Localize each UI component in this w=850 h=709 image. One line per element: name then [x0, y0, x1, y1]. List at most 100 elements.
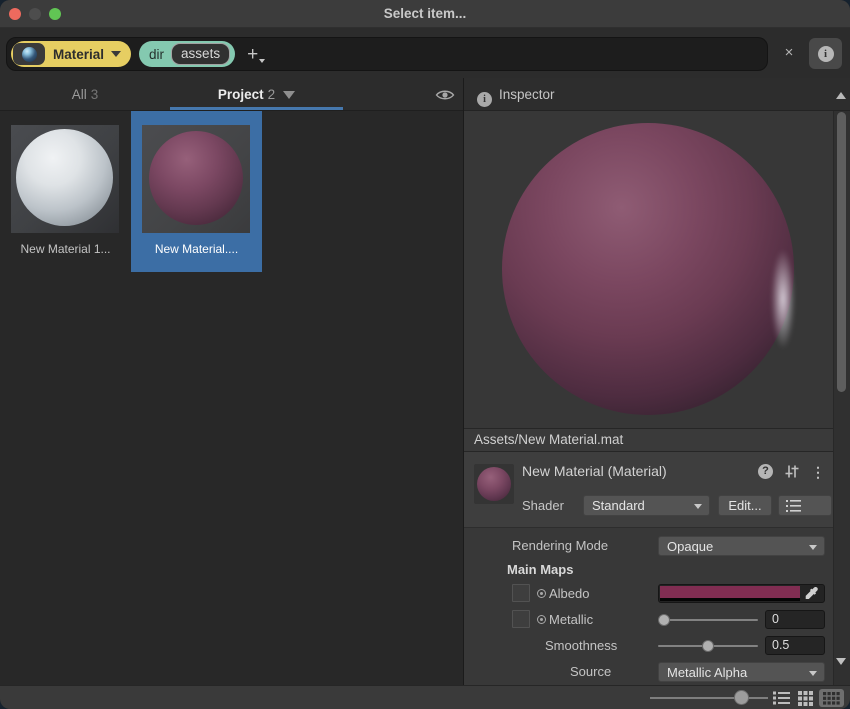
eyedropper-icon — [803, 586, 819, 602]
asset-browser-panel: All 3 Project 2 New Material 1... — [0, 78, 464, 685]
tab-all-label: All — [72, 87, 87, 102]
sphere-preview — [149, 131, 243, 225]
albedo-color-field[interactable] — [658, 584, 825, 603]
material-preview-area — [464, 111, 833, 428]
scrollbar-thumb[interactable] — [837, 112, 846, 392]
info-icon: i — [477, 92, 492, 107]
presets-button[interactable] — [784, 464, 800, 479]
scroll-down-icon[interactable] — [836, 658, 846, 665]
asset-path: Assets/New Material.mat — [464, 428, 833, 452]
chevron-down-icon — [283, 91, 295, 99]
grid-view-icon — [798, 691, 813, 706]
source-value: Metallic Alpha — [667, 665, 747, 680]
material-title: New Material (Material) — [522, 463, 667, 479]
smoothness-value-field[interactable]: 0.5 — [765, 636, 825, 655]
list-icon — [786, 500, 801, 512]
search-row: Material dir assets + × i — [0, 28, 850, 78]
list-view-button[interactable] — [770, 689, 792, 707]
smoothness-label: Smoothness — [545, 636, 617, 656]
alpha-bar — [660, 598, 800, 601]
clear-search-button[interactable]: × — [780, 44, 798, 62]
large-grid-view-icon — [823, 692, 840, 705]
source-dropdown[interactable]: Metallic Alpha — [658, 662, 825, 682]
sphere-preview — [477, 467, 511, 501]
type-filter-label: Material — [53, 47, 104, 62]
target-icon — [537, 589, 546, 598]
tab-all-count: 3 — [91, 87, 99, 102]
chevron-down-icon — [809, 545, 817, 550]
inspector-header: i Inspector — [464, 78, 850, 111]
albedo-color-swatch[interactable] — [660, 586, 800, 598]
tab-bar: All 3 Project 2 — [0, 78, 463, 111]
shader-label: Shader — [522, 498, 564, 513]
dir-filter-chip[interactable]: dir assets — [139, 41, 235, 67]
slider-knob[interactable] — [658, 614, 670, 626]
content-area: All 3 Project 2 New Material 1... — [0, 78, 850, 685]
bottom-bar — [0, 685, 850, 709]
asset-tile-new-material-selected[interactable]: New Material.... — [131, 111, 262, 272]
grid-view-button[interactable] — [794, 689, 816, 707]
help-button[interactable]: ? — [758, 464, 773, 479]
chevron-down-icon — [111, 51, 121, 57]
thumbnail-size-slider[interactable] — [650, 686, 768, 709]
material-icon — [22, 47, 37, 62]
info-button[interactable]: i — [809, 38, 842, 69]
rendering-mode-dropdown[interactable]: Opaque — [658, 536, 825, 556]
smoothness-slider[interactable] — [658, 636, 758, 656]
dir-filter-prefix: dir — [149, 47, 164, 62]
rendering-mode-label: Rendering Mode — [512, 536, 608, 556]
main-maps-header: Main Maps — [507, 560, 573, 580]
active-tab-underline — [170, 107, 343, 110]
albedo-texture-slot[interactable] — [512, 584, 530, 602]
material-thumbnail — [11, 125, 119, 233]
target-icon — [537, 615, 546, 624]
albedo-label: Albedo — [549, 584, 589, 604]
large-grid-view-button-active[interactable] — [819, 689, 844, 707]
asset-label: New Material.... — [131, 242, 262, 256]
inspector-panel: i Inspector Assets/New Material.mat New M… — [464, 78, 850, 685]
edit-shader-button[interactable]: Edit... — [718, 495, 772, 516]
dir-filter-value: assets — [171, 43, 230, 65]
material-thumbnail — [142, 125, 250, 233]
window-title: Select item... — [0, 0, 850, 28]
metallic-texture-slot[interactable] — [512, 610, 530, 628]
plus-icon: + — [247, 45, 258, 64]
asset-grid: New Material 1... New Material.... — [0, 111, 463, 685]
scroll-up-icon[interactable] — [836, 92, 846, 99]
asset-label: New Material 1... — [0, 242, 131, 256]
slider-knob[interactable] — [734, 690, 749, 705]
material-preview-sphere — [502, 123, 794, 415]
metallic-slider[interactable] — [658, 610, 758, 630]
source-label: Source — [570, 662, 611, 682]
metallic-label: Metallic — [549, 610, 593, 630]
type-filter-chip[interactable]: Material — [11, 41, 131, 67]
slider-track — [650, 697, 768, 699]
eyedropper-button[interactable] — [803, 586, 821, 602]
tab-project-count: 2 — [268, 87, 276, 102]
metallic-value-field[interactable]: 0 — [765, 610, 825, 629]
chevron-down-icon — [259, 59, 265, 63]
sphere-preview — [16, 129, 113, 226]
inspector-title: Inspector — [499, 87, 555, 102]
info-icon: i — [818, 46, 834, 62]
material-properties: Rendering Mode Opaque Main Maps Albedo — [464, 528, 833, 685]
shader-dropdown-value: Standard — [592, 498, 645, 513]
slider-knob[interactable] — [702, 640, 714, 652]
search-input[interactable]: Material dir assets + — [6, 37, 768, 71]
material-header-icons: ? ⋮ — [758, 464, 825, 479]
shader-dropdown[interactable]: Standard — [583, 495, 710, 516]
tab-all[interactable]: All 3 — [0, 78, 170, 111]
material-type-iconbox — [13, 43, 45, 65]
add-filter-button[interactable]: + — [247, 45, 265, 64]
shader-properties-dropdown[interactable] — [778, 495, 832, 516]
visibility-toggle-button[interactable] — [435, 88, 455, 102]
tab-project-label: Project — [218, 87, 264, 102]
slider-track — [658, 619, 758, 621]
list-view-icon — [773, 691, 790, 705]
material-mini-thumbnail — [474, 464, 514, 504]
chevron-down-icon — [809, 671, 817, 676]
asset-tile-new-material-1[interactable]: New Material 1... — [0, 111, 131, 272]
eye-icon — [435, 88, 455, 102]
more-options-button[interactable]: ⋮ — [811, 465, 825, 479]
material-header: New Material (Material) ? ⋮ Shader Stand… — [464, 452, 833, 528]
